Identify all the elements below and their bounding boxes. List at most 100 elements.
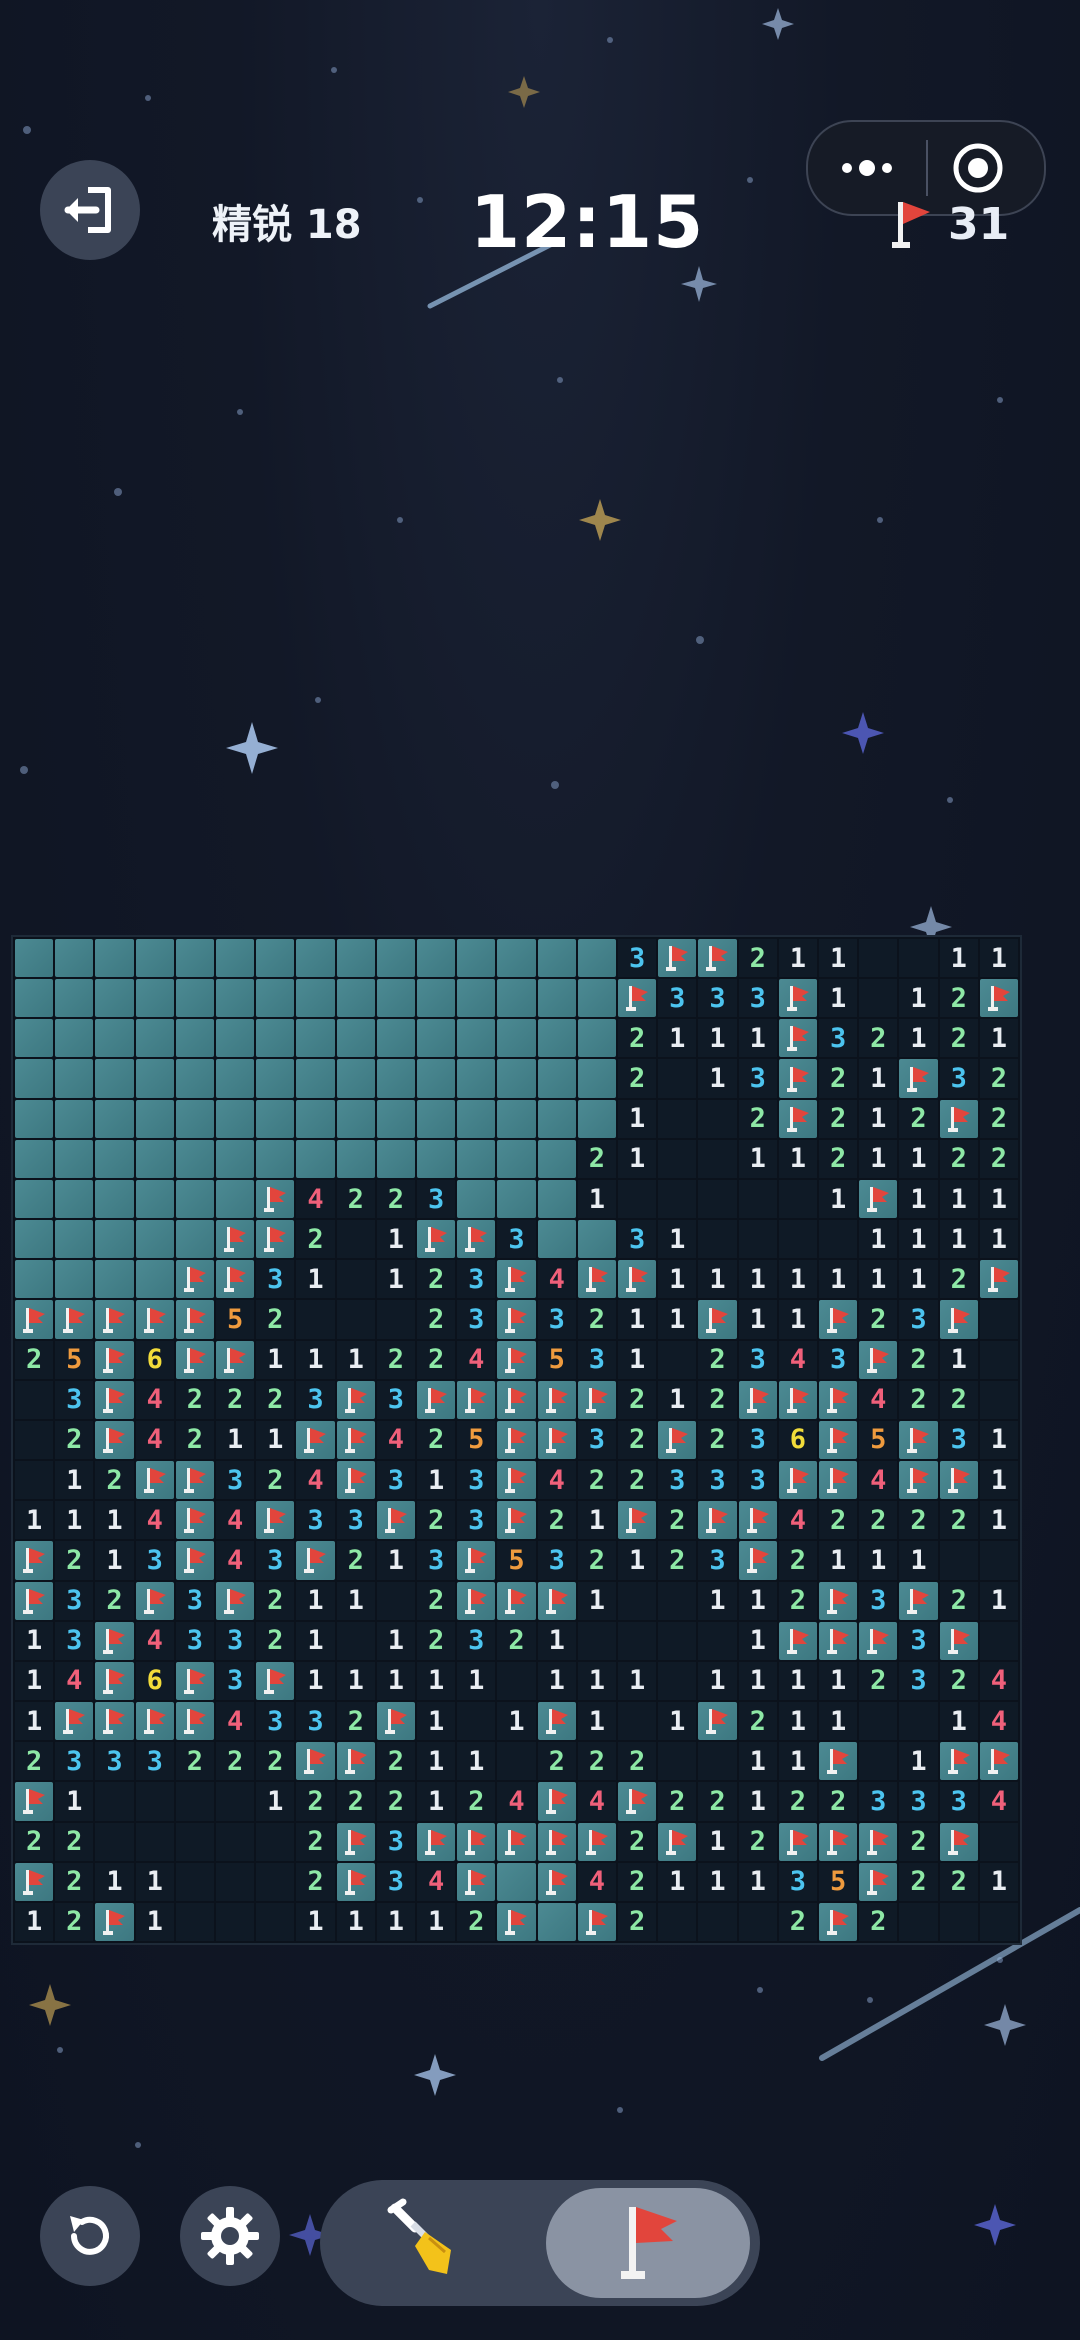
number-cell[interactable]: 1 <box>577 1179 616 1219</box>
number-cell[interactable]: 1 <box>859 1099 898 1138</box>
hidden-cell[interactable] <box>55 1099 94 1138</box>
number-cell[interactable]: 2 <box>819 1501 858 1540</box>
number-cell[interactable]: 4 <box>135 1621 174 1660</box>
number-cell[interactable]: 1 <box>417 1461 456 1500</box>
flagged-cell[interactable] <box>658 939 697 978</box>
empty-cell[interactable] <box>216 1902 255 1941</box>
number-cell[interactable]: 2 <box>899 1099 938 1138</box>
number-cell[interactable]: 2 <box>376 1179 415 1219</box>
empty-cell[interactable] <box>738 1179 777 1219</box>
number-cell[interactable]: 3 <box>939 1059 978 1098</box>
empty-cell[interactable] <box>256 1862 295 1901</box>
number-cell[interactable]: 4 <box>537 1260 576 1299</box>
number-cell[interactable]: 1 <box>55 1501 94 1540</box>
number-cell[interactable]: 2 <box>778 1541 817 1580</box>
number-cell[interactable]: 2 <box>457 1782 496 1821</box>
hidden-cell[interactable] <box>417 1059 456 1098</box>
empty-cell[interactable] <box>939 1902 978 1941</box>
flagged-cell[interactable] <box>497 1420 536 1460</box>
number-cell[interactable]: 2 <box>618 1420 657 1460</box>
flagged-cell[interactable] <box>819 1742 858 1781</box>
hidden-cell[interactable] <box>497 1862 536 1901</box>
number-cell[interactable]: 1 <box>376 1220 415 1259</box>
number-cell[interactable]: 1 <box>979 1220 1018 1259</box>
empty-cell[interactable] <box>256 1902 295 1941</box>
number-cell[interactable]: 3 <box>618 939 657 978</box>
number-cell[interactable]: 2 <box>859 1902 898 1941</box>
number-cell[interactable]: 1 <box>899 979 938 1018</box>
number-cell[interactable]: 1 <box>336 1661 375 1701</box>
number-cell[interactable]: 4 <box>296 1461 335 1500</box>
flagged-cell[interactable] <box>577 1902 616 1941</box>
flagged-cell[interactable] <box>457 1862 496 1901</box>
hidden-cell[interactable] <box>376 1139 415 1178</box>
number-cell[interactable]: 3 <box>577 1340 616 1379</box>
flagged-cell[interactable] <box>256 1661 295 1701</box>
number-cell[interactable]: 4 <box>216 1702 255 1741</box>
flagged-cell[interactable] <box>55 1300 94 1339</box>
number-cell[interactable]: 1 <box>417 1782 456 1821</box>
empty-cell[interactable] <box>658 1661 697 1701</box>
hidden-cell[interactable] <box>95 979 134 1018</box>
number-cell[interactable]: 2 <box>577 1300 616 1339</box>
empty-cell[interactable] <box>256 1822 295 1861</box>
hidden-cell[interactable] <box>95 1220 134 1259</box>
flagged-cell[interactable] <box>336 1862 375 1901</box>
number-cell[interactable]: 1 <box>618 1661 657 1701</box>
number-cell[interactable]: 1 <box>819 1702 858 1741</box>
number-cell[interactable]: 1 <box>376 1541 415 1580</box>
empty-cell[interactable] <box>979 1621 1018 1660</box>
flagged-cell[interactable] <box>819 1380 858 1419</box>
flagged-cell[interactable] <box>216 1581 255 1620</box>
empty-cell[interactable] <box>698 1139 737 1178</box>
number-cell[interactable]: 2 <box>55 1902 94 1941</box>
number-cell[interactable]: 2 <box>618 1822 657 1861</box>
number-cell[interactable]: 2 <box>15 1742 54 1781</box>
number-cell[interactable]: 3 <box>256 1260 295 1299</box>
number-cell[interactable]: 4 <box>216 1501 255 1540</box>
number-cell[interactable]: 2 <box>577 1541 616 1580</box>
number-cell[interactable]: 2 <box>939 1501 978 1540</box>
hidden-cell[interactable] <box>537 1099 576 1138</box>
hidden-cell[interactable] <box>95 1260 134 1299</box>
number-cell[interactable]: 1 <box>819 1179 858 1219</box>
number-cell[interactable]: 1 <box>135 1902 174 1941</box>
number-cell[interactable]: 2 <box>15 1822 54 1861</box>
number-cell[interactable]: 3 <box>95 1742 134 1781</box>
flagged-cell[interactable] <box>95 1380 134 1419</box>
number-cell[interactable]: 3 <box>376 1461 415 1500</box>
number-cell[interactable]: 1 <box>698 1581 737 1620</box>
empty-cell[interactable] <box>698 1099 737 1138</box>
number-cell[interactable]: 3 <box>738 1461 777 1500</box>
empty-cell[interactable] <box>618 1621 657 1660</box>
more-button[interactable] <box>832 142 902 194</box>
hidden-cell[interactable] <box>55 1139 94 1178</box>
hidden-cell[interactable] <box>135 939 174 978</box>
number-cell[interactable]: 1 <box>296 1621 335 1660</box>
hidden-cell[interactable] <box>336 939 375 978</box>
hidden-cell[interactable] <box>95 1179 134 1219</box>
number-cell[interactable]: 2 <box>15 1340 54 1379</box>
number-cell[interactable]: 2 <box>175 1742 214 1781</box>
number-cell[interactable]: 1 <box>256 1340 295 1379</box>
number-cell[interactable]: 1 <box>15 1621 54 1660</box>
number-cell[interactable]: 1 <box>939 1340 978 1379</box>
empty-cell[interactable] <box>979 1300 1018 1339</box>
empty-cell[interactable] <box>979 1380 1018 1419</box>
flagged-cell[interactable] <box>175 1461 214 1500</box>
flagged-cell[interactable] <box>95 1340 134 1379</box>
empty-cell[interactable] <box>979 1340 1018 1379</box>
number-cell[interactable]: 4 <box>577 1782 616 1821</box>
number-cell[interactable]: 1 <box>336 1340 375 1379</box>
flagged-cell[interactable] <box>95 1902 134 1941</box>
number-cell[interactable]: 3 <box>537 1541 576 1580</box>
number-cell[interactable]: 1 <box>55 1782 94 1821</box>
empty-cell[interactable] <box>618 1581 657 1620</box>
number-cell[interactable]: 1 <box>698 1059 737 1098</box>
empty-cell[interactable] <box>376 1300 415 1339</box>
number-cell[interactable]: 6 <box>778 1420 817 1460</box>
number-cell[interactable]: 1 <box>15 1661 54 1701</box>
number-cell[interactable]: 3 <box>698 979 737 1018</box>
hidden-cell[interactable] <box>55 1179 94 1219</box>
hidden-cell[interactable] <box>256 1059 295 1098</box>
